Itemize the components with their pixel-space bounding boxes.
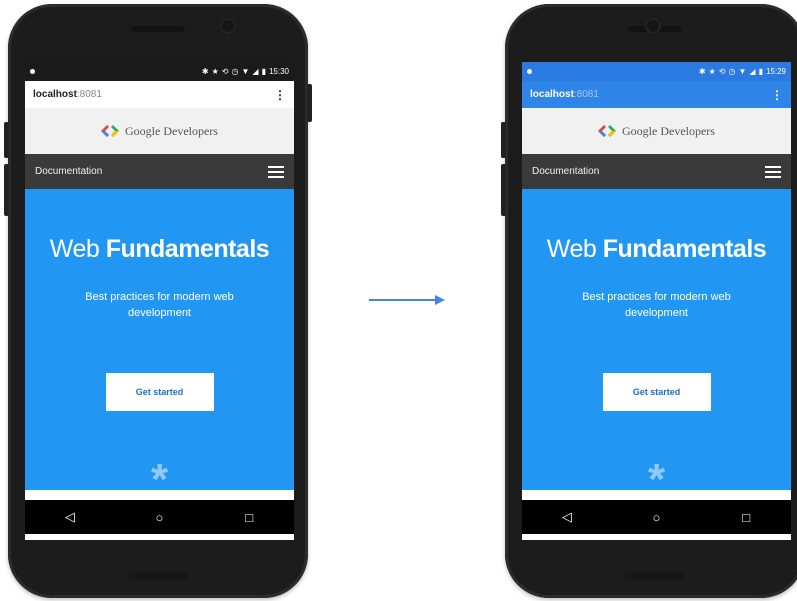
recents-icon[interactable]: □: [726, 510, 766, 525]
brand-name: Google Developers: [125, 123, 218, 138]
hero-title: Web Fundamentals: [546, 235, 767, 263]
volume-button: [501, 164, 506, 216]
earpiece-speaker: [131, 26, 185, 32]
brand-name: Google Developers: [622, 123, 715, 138]
home-icon[interactable]: ○: [139, 510, 179, 525]
status-time: 15:29: [765, 67, 786, 76]
sync-icon: ⟲: [221, 66, 229, 76]
location-pin-icon: [527, 69, 532, 74]
url-bar[interactable]: localhost:8081 ⋮: [522, 81, 791, 108]
back-icon[interactable]: ◁: [547, 509, 587, 525]
documentation-nav: Documentation: [25, 154, 294, 189]
status-time: 15:30: [268, 67, 289, 76]
phone-screen: ✱ ★ ⟲ ◷ ▼ ◢ ▮ 15:30 localhost:8081 ⋮ Goo…: [25, 62, 294, 540]
bottom-speaker: [625, 572, 685, 580]
battery-icon: ▮: [758, 66, 763, 76]
hero-section: Web Fundamentals Best practices for mode…: [25, 189, 294, 502]
system-nav-bar: ◁ ○ □: [522, 500, 791, 534]
phone-after: ✱ ★ ⟲ ◷ ▼ ◢ ▮ 15:29 localhost:8081 ⋮ Goo…: [501, 4, 797, 598]
google-developers-banner[interactable]: Google Developers: [25, 108, 294, 154]
hero-title: Web Fundamentals: [49, 235, 270, 263]
nav-label[interactable]: Documentation: [532, 166, 599, 177]
wifi-icon: ▼: [241, 66, 250, 76]
signal-icon: ◢: [252, 66, 259, 76]
volume-button: [501, 122, 506, 158]
battery-icon: ▮: [261, 66, 266, 76]
bluetooth-icon: ✱: [698, 66, 706, 76]
alarm-icon: ◷: [728, 66, 736, 76]
get-started-button[interactable]: Get started: [602, 373, 711, 411]
url-bar[interactable]: localhost:8081 ⋮: [25, 81, 294, 108]
asterisk-icon: *: [150, 455, 169, 504]
signal-icon: ◢: [749, 66, 756, 76]
recents-icon[interactable]: □: [229, 510, 269, 525]
nav-label[interactable]: Documentation: [35, 166, 102, 177]
url-text[interactable]: localhost:8081: [33, 89, 102, 100]
hamburger-icon[interactable]: [268, 165, 284, 178]
back-icon[interactable]: ◁: [50, 509, 90, 525]
front-camera: [220, 18, 236, 34]
volume-button: [4, 122, 9, 158]
phone-before: ✱ ★ ⟲ ◷ ▼ ◢ ▮ 15:30 localhost:8081 ⋮ Goo…: [4, 4, 312, 598]
status-bar: ✱ ★ ⟲ ◷ ▼ ◢ ▮ 15:30: [25, 62, 294, 81]
kebab-icon[interactable]: ⋮: [274, 88, 286, 102]
documentation-nav: Documentation: [522, 154, 791, 189]
hero-subtitle: Best practices for modern web developmen…: [85, 291, 234, 319]
star-icon: ★: [211, 66, 219, 76]
alarm-icon: ◷: [231, 66, 239, 76]
get-started-button[interactable]: Get started: [105, 373, 214, 411]
location-pin-icon: [30, 69, 35, 74]
front-camera: [645, 18, 661, 34]
power-button: [307, 84, 312, 122]
status-bar: ✱ ★ ⟲ ◷ ▼ ◢ ▮ 15:29: [522, 62, 791, 81]
google-developers-logo-icon: [101, 125, 119, 137]
system-nav-bar: ◁ ○ □: [25, 500, 294, 534]
hamburger-icon[interactable]: [765, 165, 781, 178]
arrow-right-icon: [369, 295, 445, 305]
wifi-icon: ▼: [738, 66, 747, 76]
volume-button: [4, 164, 9, 216]
hero-section: Web Fundamentals Best practices for mode…: [522, 189, 791, 502]
hero-subtitle: Best practices for modern web developmen…: [582, 291, 731, 319]
asterisk-icon: *: [647, 455, 666, 504]
google-developers-logo-icon: [598, 125, 616, 137]
star-icon: ★: [708, 66, 716, 76]
home-icon[interactable]: ○: [636, 510, 676, 525]
bluetooth-icon: ✱: [201, 66, 209, 76]
sync-icon: ⟲: [718, 66, 726, 76]
kebab-icon[interactable]: ⋮: [771, 88, 783, 102]
bottom-speaker: [128, 572, 188, 580]
google-developers-banner[interactable]: Google Developers: [522, 108, 791, 154]
url-text[interactable]: localhost:8081: [530, 89, 599, 100]
phone-screen: ✱ ★ ⟲ ◷ ▼ ◢ ▮ 15:29 localhost:8081 ⋮ Goo…: [522, 62, 791, 540]
